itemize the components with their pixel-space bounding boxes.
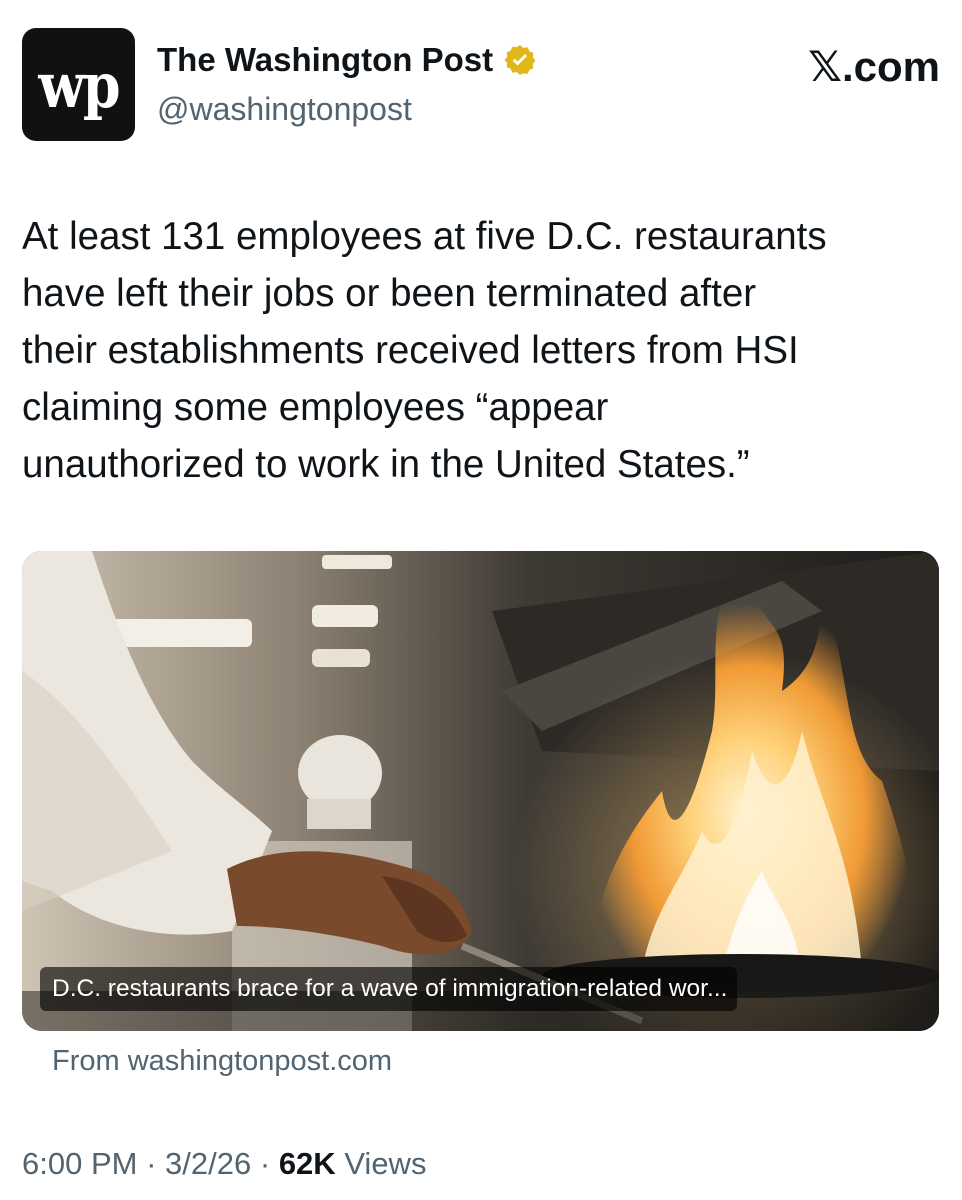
link-source[interactable]: From washingtonpost.com: [52, 1043, 392, 1079]
tweet-text: At least 131 employees at five D.C. rest…: [22, 215, 827, 486]
meta-separator-2: ·: [259, 1146, 271, 1181]
tweet-header: wp The Washington Post @washingtonpost 𝕏…: [22, 28, 940, 146]
post-time[interactable]: 6:00 PM: [22, 1146, 137, 1181]
views-count[interactable]: 62K: [279, 1146, 336, 1181]
x-com-mark: 𝕏.com: [808, 43, 940, 90]
link-preview-headline[interactable]: D.C. restaurants brace for a wave of imm…: [40, 967, 738, 1011]
handle[interactable]: @washingtonpost: [157, 90, 412, 128]
views-label: Views: [344, 1146, 427, 1181]
name-row: The Washington Post: [157, 41, 537, 78]
logo-text: wp: [38, 47, 120, 122]
meta-separator: ·: [146, 1146, 157, 1181]
link-preview-card[interactable]: D.C. restaurants brace for a wave of imm…: [22, 551, 939, 1031]
kitchen-flame-photo: [22, 551, 939, 1031]
verified-badge-icon: [503, 43, 537, 77]
tweet-meta: 6:00 PM · 3/2/26 · 62K Views: [22, 1144, 426, 1184]
post-date[interactable]: 3/2/26: [165, 1146, 251, 1181]
washington-post-logo[interactable]: wp: [22, 28, 135, 141]
display-name[interactable]: The Washington Post: [157, 41, 493, 78]
